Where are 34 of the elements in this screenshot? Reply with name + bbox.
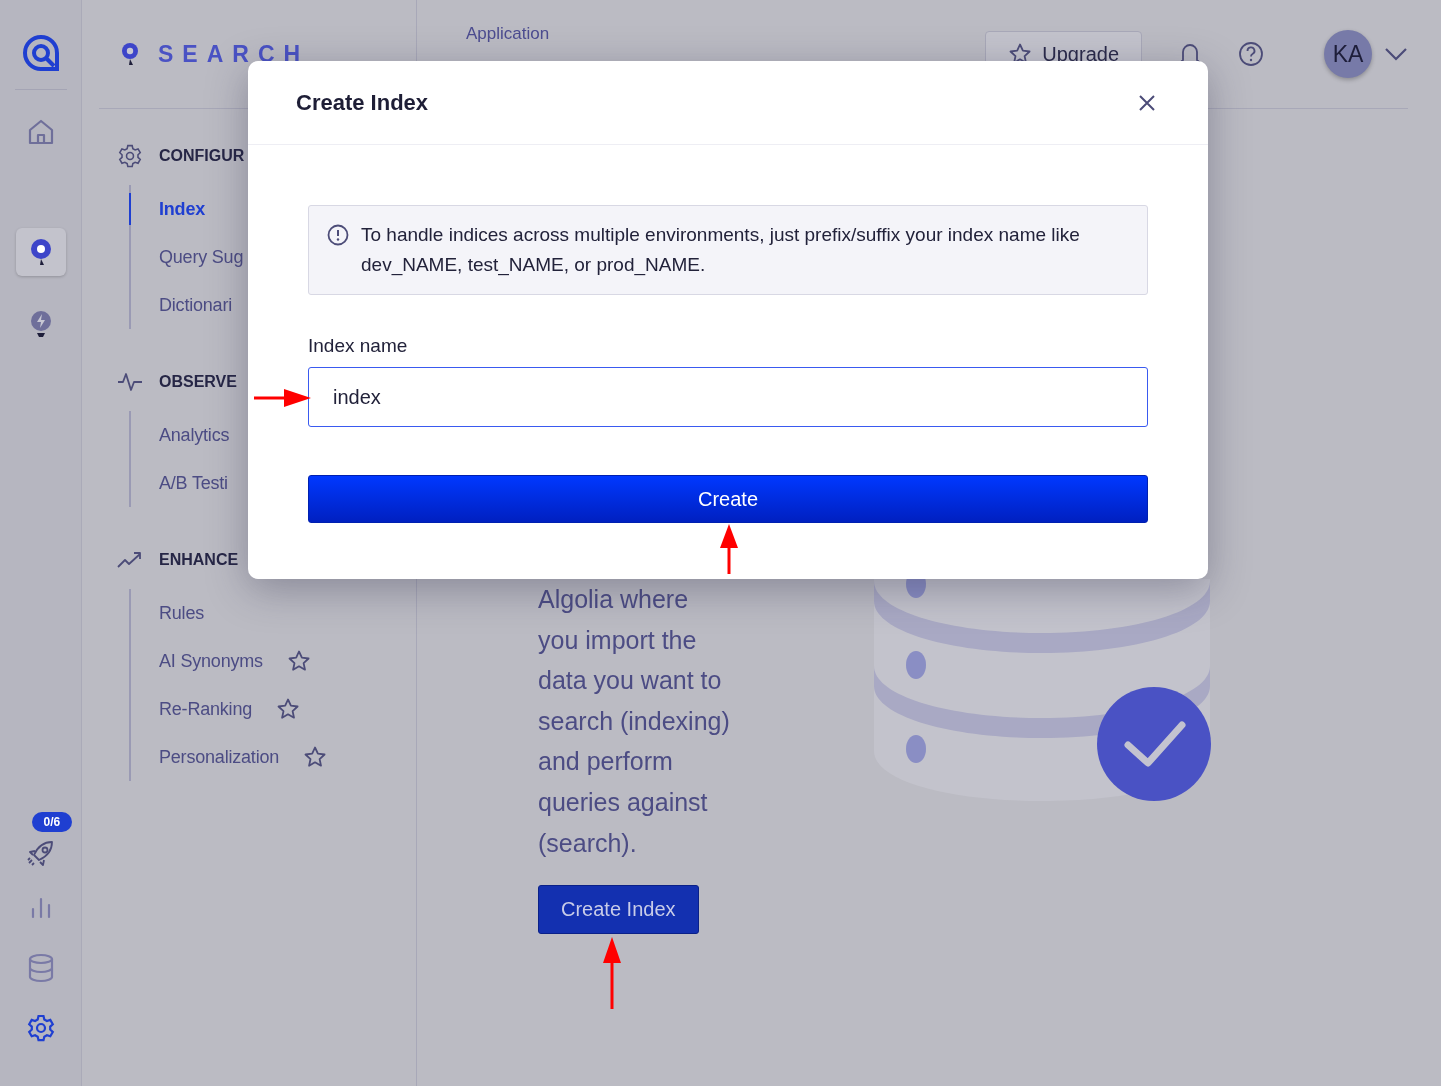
search-pin-icon bbox=[120, 42, 140, 66]
create-index-button[interactable]: Create Index bbox=[538, 885, 699, 935]
section-title: OBSERVE bbox=[159, 373, 237, 391]
nav-item[interactable]: Rules bbox=[129, 597, 205, 629]
search-pin-icon[interactable] bbox=[15, 228, 66, 276]
logo-icon bbox=[21, 34, 60, 72]
nav-item[interactable]: Index bbox=[129, 193, 205, 225]
application-label: Application bbox=[466, 24, 550, 45]
nav-item[interactable]: Analytics bbox=[129, 419, 230, 451]
nav-item[interactable]: Re-Ranking bbox=[129, 693, 253, 725]
user-avatar[interactable]: KA bbox=[1324, 30, 1372, 78]
progress-badge: 0/6 bbox=[31, 812, 73, 832]
section-title: ENHANCE bbox=[159, 551, 239, 569]
nav-item[interactable]: Dictionari bbox=[129, 289, 233, 321]
nav-item[interactable]: AI Synonyms bbox=[129, 645, 263, 677]
chevron-down-icon[interactable] bbox=[1384, 47, 1408, 61]
annotation-arrow bbox=[602, 937, 622, 1009]
nav-item[interactable]: Query Sug bbox=[129, 241, 244, 273]
info-text: To handle indices across multiple environments, just prefix/suffix your index name like dev_NAME, test_NAME, or prod_NAME. bbox=[361, 223, 1081, 278]
annotation-arrow bbox=[254, 388, 312, 408]
settings-icon bbox=[117, 143, 143, 169]
field-label: Index name bbox=[308, 335, 409, 357]
nav-item[interactable]: Personalization bbox=[129, 741, 280, 773]
info-icon bbox=[327, 224, 349, 246]
section-title: CONFIGUR bbox=[159, 147, 245, 165]
index-name-field[interactable]: index bbox=[308, 367, 1148, 427]
intro-paragraph: Algolia where you import the data you want to search (indexing) and perform queries against (search). bbox=[538, 584, 731, 859]
annotation-arrow bbox=[719, 524, 739, 574]
nav-item[interactable]: A/B Testi bbox=[129, 467, 228, 499]
create-button[interactable]: Create bbox=[308, 475, 1148, 523]
close-icon[interactable] bbox=[1138, 93, 1156, 112]
help-icon[interactable] bbox=[1238, 41, 1264, 67]
dialog-title: Create Index bbox=[296, 89, 429, 116]
app-title: SEARCH bbox=[158, 40, 310, 68]
